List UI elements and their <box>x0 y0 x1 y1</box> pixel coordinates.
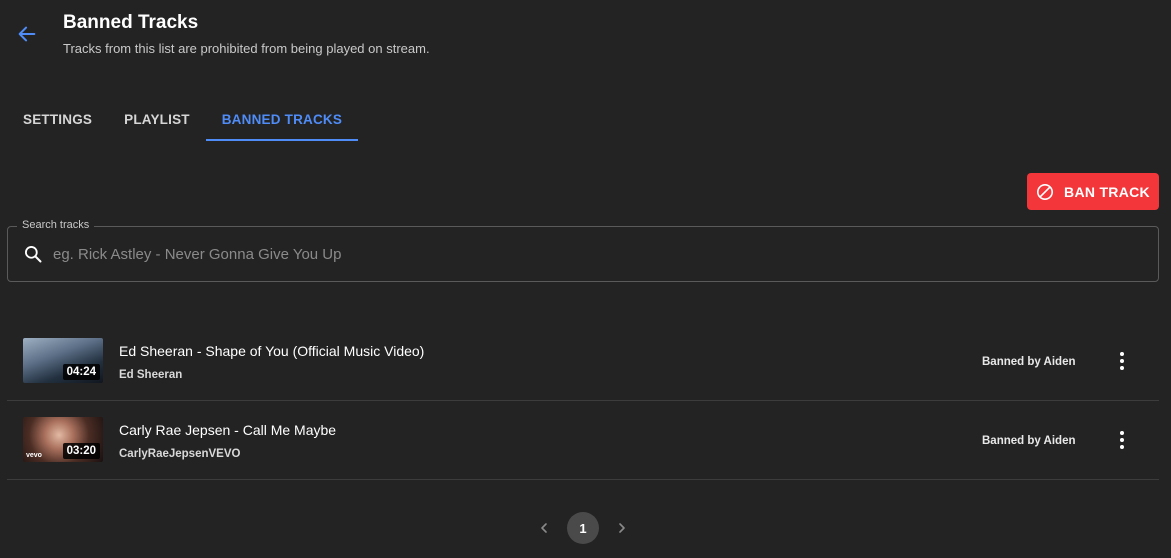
more-vertical-icon <box>1120 431 1124 435</box>
search-input[interactable] <box>53 241 1143 267</box>
page-subtitle: Tracks from this list are prohibited fro… <box>63 41 430 56</box>
track-title: Carly Rae Jepsen - Call Me Maybe <box>119 422 337 438</box>
track-channel: Ed Sheeran <box>119 369 183 381</box>
more-vertical-icon <box>1120 352 1124 356</box>
track-channel: CarlyRaeJepsenVEVO <box>119 448 241 460</box>
chevron-right-icon <box>619 523 625 533</box>
chevron-left-icon <box>541 523 547 533</box>
ban-track-button[interactable]: BAN TRACK <box>1027 173 1159 210</box>
prev-page-button[interactable] <box>532 516 556 540</box>
pagination: 1 <box>532 512 634 544</box>
next-page-button[interactable] <box>610 516 634 540</box>
page-number-current[interactable]: 1 <box>567 512 599 544</box>
arrow-left-icon <box>18 26 36 42</box>
search-field: Search tracks <box>7 219 1159 282</box>
track-duration: 04:24 <box>62 364 100 380</box>
track-title: Ed Sheeran - Shape of You (Official Musi… <box>119 343 425 359</box>
more-options-button[interactable] <box>1111 427 1133 453</box>
page-title: Banned Tracks <box>63 12 199 33</box>
track-thumbnail[interactable]: 04:24 <box>23 338 103 383</box>
track-thumbnail[interactable]: vevo 03:20 <box>23 417 103 462</box>
vevo-logo: vevo <box>26 452 42 459</box>
search-legend: Search tracks <box>17 219 95 231</box>
search-icon <box>25 246 42 263</box>
tab-banned-tracks[interactable]: BANNED TRACKS <box>205 98 359 141</box>
track-duration: 03:20 <box>62 443 100 459</box>
banned-by-label: Banned by Aiden <box>982 435 1076 447</box>
block-icon <box>1037 183 1054 200</box>
tab-bar: SETTINGS PLAYLIST BANNED TRACKS <box>7 98 359 141</box>
ban-track-label: BAN TRACK <box>1064 183 1150 200</box>
track-row: 04:24 Ed Sheeran - Shape of You (Officia… <box>7 322 1159 401</box>
banned-by-label: Banned by Aiden <box>982 356 1076 368</box>
more-options-button[interactable] <box>1111 348 1133 374</box>
track-row: vevo 03:20 Carly Rae Jepsen - Call Me Ma… <box>7 401 1159 480</box>
tab-settings[interactable]: SETTINGS <box>7 98 108 141</box>
back-button[interactable] <box>14 22 40 46</box>
tab-playlist[interactable]: PLAYLIST <box>108 98 206 141</box>
